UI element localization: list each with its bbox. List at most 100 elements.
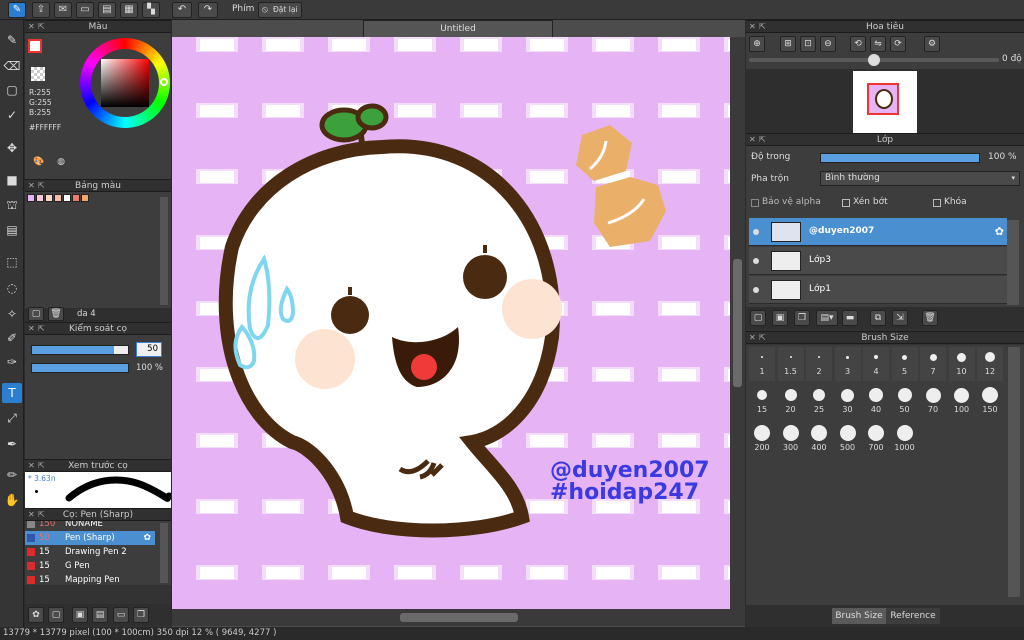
close-icon[interactable]: ✕ xyxy=(28,21,35,33)
brush-size-input[interactable]: 50 xyxy=(136,342,162,357)
layer-opacity-slider[interactable] xyxy=(820,153,980,163)
brush-size-cell[interactable]: 7 xyxy=(920,347,946,381)
brush-list-item[interactable]: 150 NONAME xyxy=(25,521,155,531)
zoom-fit-icon[interactable]: ⊞ xyxy=(780,36,796,52)
hand-tool-icon[interactable]: ✋ xyxy=(2,490,22,510)
color-history-icon[interactable]: ◍ xyxy=(53,155,69,171)
brush-size-cell[interactable]: 2 xyxy=(806,347,832,381)
layer-settings-icon[interactable]: ✿ xyxy=(995,225,1004,238)
layer-row[interactable]: @duyen2007 ✿ xyxy=(749,218,1007,246)
artwork-canvas[interactable]: @duyen2007 #hoidap247 xyxy=(172,37,730,609)
transfer-layer-icon[interactable]: ⇲ xyxy=(892,310,908,326)
layer-menu-icon[interactable]: ▤▾ xyxy=(816,310,838,326)
brush-list-item[interactable]: 50 Pen (Sharp) ✿ xyxy=(25,531,155,545)
brush-size-cell[interactable]: 400 xyxy=(806,423,832,457)
brush-opacity-slider[interactable] xyxy=(31,363,129,373)
layer-scrollbar[interactable] xyxy=(1007,220,1019,305)
brush-size-cell[interactable]: 500 xyxy=(834,423,861,457)
zoom-out-icon[interactable]: ⊖ xyxy=(820,36,836,52)
brush-size-cell[interactable]: 50 xyxy=(891,385,918,419)
brush-size-cell[interactable]: 20 xyxy=(777,385,804,419)
comment-icon[interactable]: ✉ xyxy=(54,2,72,18)
brush-list-scrollbar[interactable] xyxy=(160,523,168,583)
foreground-color-swatch[interactable] xyxy=(28,39,42,53)
tab-brush-size[interactable]: Brush Size xyxy=(832,608,886,624)
syringe-tool-icon[interactable]: ✏ xyxy=(2,465,22,485)
browser-icon[interactable]: ▭ xyxy=(76,2,94,18)
brush-size-cell[interactable]: 15 xyxy=(749,385,775,419)
gradient-tool-icon[interactable]: ▤ xyxy=(2,220,22,240)
blend-mode-select[interactable]: Bình thường ▾ xyxy=(820,171,1020,186)
brush-add-icon[interactable]: ▢ xyxy=(48,607,64,623)
rect-select-tool-icon[interactable]: ▢ xyxy=(2,80,22,100)
navigator-thumbnail[interactable] xyxy=(853,71,917,133)
brush-size-cell[interactable]: 300 xyxy=(777,423,804,457)
brush-export-icon[interactable]: ▤ xyxy=(92,607,108,623)
brush-copy-icon[interactable]: ▣ xyxy=(72,607,88,623)
hue-handle[interactable] xyxy=(160,78,168,86)
lasso-tool-icon[interactable]: ◌ xyxy=(2,278,22,298)
visibility-icon[interactable] xyxy=(753,287,759,293)
brush-tool-icon[interactable]: ✎ xyxy=(2,30,22,50)
new-palette-icon[interactable]: ▢ xyxy=(28,307,44,321)
layer-row[interactable]: Lớp3 xyxy=(749,247,1007,275)
select-pen-tool-icon[interactable]: ✓ xyxy=(2,105,22,125)
brush-size-cell[interactable]: 700 xyxy=(863,423,889,457)
merge-layer-icon[interactable]: ⧉ xyxy=(870,310,886,326)
document-tab[interactable]: Untitled xyxy=(363,20,553,37)
duplicate-layer-icon[interactable]: ❐ xyxy=(794,310,810,326)
brush-size-cell[interactable]: 1 xyxy=(749,347,775,381)
palette-swatch[interactable] xyxy=(63,194,71,202)
share-icon[interactable]: ⇪ xyxy=(32,2,50,18)
delete-palette-icon[interactable]: 🗑 xyxy=(48,307,64,321)
transform-tool-icon[interactable]: ⤢ xyxy=(2,408,22,428)
brush-folder-icon[interactable]: ▭ xyxy=(113,607,129,623)
brush-list-item[interactable]: 15 Drawing Pen 2 xyxy=(25,545,155,559)
palette-swatch[interactable] xyxy=(27,194,35,202)
canvas-hscrollbar[interactable] xyxy=(172,609,745,626)
new-layer-icon[interactable]: ▢ xyxy=(750,310,766,326)
brush-size-cell[interactable]: 10 xyxy=(948,347,975,381)
palette-swatch[interactable] xyxy=(54,194,62,202)
eraser-tool-icon[interactable]: ⌫ xyxy=(2,56,22,76)
palette-swatch[interactable] xyxy=(36,194,44,202)
undo-icon[interactable]: ↶ xyxy=(172,2,192,18)
rotate-left-icon[interactable]: ⟲ xyxy=(850,36,866,52)
eyedropper-tool-icon[interactable]: ✒ xyxy=(2,434,22,454)
flip-icon[interactable]: ⇋ xyxy=(870,36,886,52)
saturation-square[interactable] xyxy=(101,59,149,107)
clipping-checkbox[interactable] xyxy=(842,199,850,207)
dotted-select-tool-icon[interactable]: ⬚ xyxy=(2,252,22,272)
hue-wheel[interactable] xyxy=(80,38,170,128)
visibility-icon[interactable] xyxy=(753,229,759,235)
layer-row[interactable]: Lớp1 xyxy=(749,276,1007,304)
zoom-in-icon[interactable]: ⊕ xyxy=(749,36,765,52)
brush-size-cell[interactable]: 4 xyxy=(863,347,889,381)
brush-duplicate-icon[interactable]: ❐ xyxy=(133,607,149,623)
brush-size-cell[interactable]: 25 xyxy=(806,385,832,419)
move-tool-icon[interactable]: ✥ xyxy=(2,138,22,158)
document-icon[interactable]: ▤ xyxy=(98,2,116,18)
rotate-right-icon[interactable]: ⟳ xyxy=(890,36,906,52)
visibility-icon[interactable] xyxy=(753,258,759,264)
palette-swatch[interactable] xyxy=(81,194,89,202)
brush-size-cell[interactable]: 3 xyxy=(834,347,861,381)
palette-swatch[interactable] xyxy=(72,194,80,202)
delete-layer-icon[interactable]: 🗑 xyxy=(922,310,938,326)
select-eraser-tool-icon[interactable]: ✑ xyxy=(2,352,22,372)
tab-reference[interactable]: Reference xyxy=(886,608,940,624)
redo-icon[interactable]: ↷ xyxy=(198,2,218,18)
actual-size-icon[interactable]: ⊡ xyxy=(800,36,816,52)
brush-size-cell[interactable]: 40 xyxy=(863,385,889,419)
new-halftone-layer-icon[interactable]: ▣ xyxy=(772,310,788,326)
select-brush-tool-icon[interactable]: ✐ xyxy=(2,328,22,348)
reset-button[interactable]: ⦸ Đặt lại xyxy=(258,2,302,18)
layout-icon[interactable]: ▚ xyxy=(142,2,160,18)
rotation-slider[interactable] xyxy=(749,54,999,66)
text-tool-icon[interactable]: T xyxy=(2,383,22,403)
palette-icon[interactable]: 🎨 xyxy=(31,155,47,171)
brush-size-cell[interactable]: 200 xyxy=(749,423,775,457)
lock-checkbox[interactable] xyxy=(933,199,941,207)
fill-rect-tool-icon[interactable]: ■ xyxy=(2,170,22,190)
palette-scrollbar[interactable] xyxy=(160,197,168,305)
